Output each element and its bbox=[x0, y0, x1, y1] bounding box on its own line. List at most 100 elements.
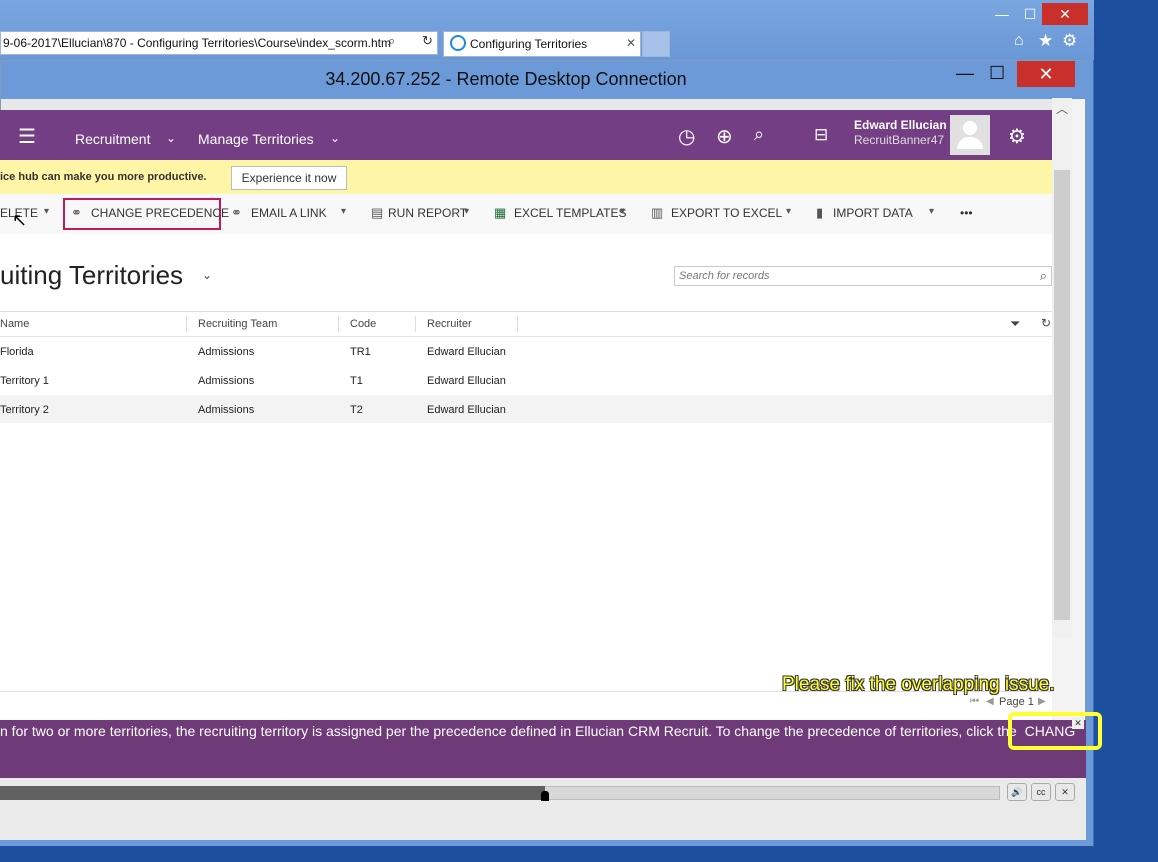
cell-name[interactable]: Territory 1 bbox=[0, 375, 49, 387]
address-text: 9-06-2017\Ellucian\870 - Configuring Ter… bbox=[3, 36, 391, 50]
cell-code: TR1 bbox=[350, 346, 371, 358]
column-divider bbox=[517, 316, 518, 332]
col-recruiter[interactable]: Recruiter bbox=[427, 318, 472, 330]
col-code[interactable]: Code bbox=[350, 318, 376, 330]
column-divider bbox=[415, 316, 416, 332]
search-icon[interactable]: ⌕ bbox=[388, 33, 395, 49]
cell-name[interactable]: Florida bbox=[0, 346, 34, 358]
search-icon[interactable]: ⌕ bbox=[1040, 268, 1047, 284]
cell-recruiter[interactable]: Edward Ellucian bbox=[427, 346, 506, 358]
chevron-down-icon[interactable]: ▾ bbox=[341, 206, 346, 217]
change-precedence-label[interactable]: CHANGE PRECEDENCE bbox=[91, 206, 229, 220]
search-icon[interactable]: ⌕ bbox=[754, 124, 764, 145]
advanced-find-icon[interactable]: ⊟ bbox=[814, 125, 828, 145]
close-icon[interactable]: ✕ bbox=[1072, 717, 1084, 729]
avatar[interactable] bbox=[950, 115, 990, 155]
import-data-button[interactable]: IMPORT DATA bbox=[833, 206, 913, 220]
cell-name[interactable]: Territory 2 bbox=[0, 404, 49, 416]
link-icon: ⚭ bbox=[231, 205, 242, 220]
new-tab-button[interactable] bbox=[642, 31, 670, 57]
more-commands-button[interactable]: ••• bbox=[960, 206, 973, 220]
export-icon: ▥ bbox=[651, 205, 664, 220]
export-excel-button[interactable]: EXPORT TO EXCEL bbox=[671, 206, 782, 220]
home-icon[interactable]: ⌂ bbox=[1014, 32, 1024, 50]
filter-icon[interactable]: ⏷ bbox=[1010, 316, 1020, 332]
ie-logo-icon bbox=[450, 35, 466, 51]
user-body-icon bbox=[957, 137, 983, 149]
gear-icon[interactable]: ⚙ bbox=[1008, 124, 1026, 149]
rdp-close-button[interactable]: ✕ bbox=[1017, 61, 1075, 87]
scroll-up-icon[interactable]: ︿ bbox=[1056, 100, 1068, 117]
progress-fill bbox=[0, 786, 545, 800]
search-placeholder: Search for records bbox=[679, 270, 770, 282]
cell-team: Admissions bbox=[198, 404, 255, 416]
banner-text: ice hub can make you more productive. bbox=[0, 171, 207, 183]
chevron-down-icon[interactable]: ▾ bbox=[786, 206, 791, 217]
recent-icon[interactable]: ◷ bbox=[678, 124, 695, 149]
chevron-down-icon[interactable]: ⌄ bbox=[202, 268, 212, 282]
col-recruiting-team[interactable]: Recruiting Team bbox=[198, 318, 277, 330]
table-row[interactable] bbox=[0, 395, 1052, 423]
tab-close-icon[interactable]: ✕ bbox=[626, 36, 636, 50]
hamburger-menu-icon[interactable]: ☰ bbox=[18, 124, 36, 149]
create-icon[interactable]: ⊕ bbox=[716, 124, 733, 149]
table-row[interactable] bbox=[0, 337, 1052, 366]
favorites-icon[interactable]: ★ bbox=[1038, 31, 1053, 51]
nav-module[interactable]: Recruitment bbox=[75, 131, 150, 147]
prev-page-icon[interactable]: ◀ bbox=[986, 696, 994, 707]
refresh-icon[interactable]: ↻ bbox=[1041, 316, 1051, 330]
col-name[interactable]: Name bbox=[0, 318, 29, 330]
email-link-button[interactable]: EMAIL A LINK bbox=[251, 206, 327, 220]
user-name[interactable]: Edward Ellucian bbox=[854, 118, 947, 132]
view-title[interactable]: uiting Territories bbox=[0, 260, 183, 291]
tab-title: Configuring Territories bbox=[470, 37, 588, 51]
experience-button[interactable]: Experience it now bbox=[231, 166, 347, 190]
link-icon: ⚭ bbox=[71, 205, 82, 220]
hint-text: Please fix the overlapping issue. bbox=[782, 674, 1055, 695]
excel-templates-button[interactable]: EXCEL TEMPLATES bbox=[514, 206, 626, 220]
nav-area[interactable]: Manage Territories bbox=[198, 131, 314, 147]
caption-highlight-box bbox=[1008, 712, 1102, 750]
caption-body: n for two or more territories, the recru… bbox=[0, 723, 1017, 739]
chevron-down-icon[interactable]: ▾ bbox=[929, 206, 934, 217]
chevron-down-icon[interactable]: ⌄ bbox=[166, 131, 176, 145]
cell-code: T1 bbox=[350, 375, 363, 387]
rdp-minimize-button[interactable]: — bbox=[956, 63, 974, 84]
audio-button[interactable]: 🔊 bbox=[1007, 783, 1027, 801]
chevron-down-icon[interactable]: ▾ bbox=[44, 206, 49, 217]
chevron-down-icon[interactable]: ▾ bbox=[620, 206, 625, 217]
run-report-button[interactable]: RUN REPORT bbox=[388, 206, 467, 220]
rdp-title: 34.200.67.252 - Remote Desktop Connectio… bbox=[325, 69, 687, 89]
settings-icon[interactable]: ⚙ bbox=[1062, 31, 1077, 51]
close-button[interactable]: ✕ bbox=[1042, 3, 1088, 25]
search-field[interactable]: Search for records ⌕ bbox=[674, 266, 1052, 286]
user-org: RecruitBanner47 bbox=[854, 133, 945, 147]
cell-team: Admissions bbox=[198, 375, 255, 387]
refresh-icon[interactable]: ↻ bbox=[422, 33, 433, 49]
next-page-icon[interactable]: ▶ bbox=[1038, 696, 1046, 707]
cell-team: Admissions bbox=[198, 346, 255, 358]
cell-recruiter[interactable]: Edward Ellucian bbox=[427, 375, 506, 387]
page-indicator: Page 1 bbox=[999, 696, 1034, 708]
cell-recruiter[interactable]: Edward Ellucian bbox=[427, 404, 506, 416]
chevron-down-icon[interactable]: ⌄ bbox=[330, 131, 340, 145]
minimize-button[interactable]: — bbox=[990, 3, 1014, 25]
cc-button[interactable]: cc bbox=[1031, 783, 1051, 801]
exit-button[interactable]: ✕ bbox=[1055, 783, 1075, 801]
chevron-down-icon[interactable]: ▾ bbox=[464, 206, 469, 217]
cell-code: T2 bbox=[350, 404, 363, 416]
tab-configuring-territories[interactable]: Configuring Territories bbox=[443, 31, 641, 57]
scrollbar-thumb[interactable] bbox=[1054, 170, 1070, 620]
user-silhouette-icon bbox=[963, 121, 977, 135]
column-divider bbox=[186, 316, 187, 332]
address-bar[interactable]: 9-06-2017\Ellucian\870 - Configuring Ter… bbox=[0, 31, 438, 55]
import-icon: ▮ bbox=[816, 205, 824, 220]
maximize-button[interactable]: ☐ bbox=[1018, 3, 1042, 25]
first-page-icon[interactable]: ⏮ bbox=[970, 696, 979, 707]
table-row[interactable] bbox=[0, 366, 1052, 395]
rdp-maximize-button[interactable]: ☐ bbox=[989, 63, 1005, 84]
progress-handle[interactable] bbox=[541, 791, 549, 801]
grid-area bbox=[0, 234, 1052, 692]
mouse-cursor-icon: ↖ bbox=[12, 210, 28, 230]
caption-text: n for two or more territories, the recru… bbox=[0, 723, 1075, 739]
